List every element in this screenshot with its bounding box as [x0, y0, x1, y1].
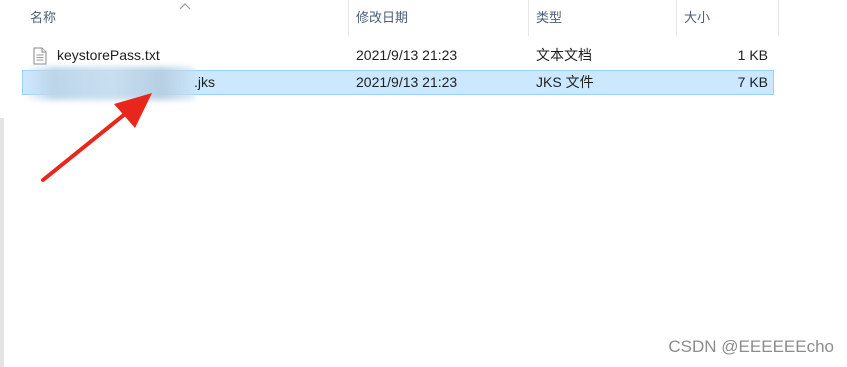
column-divider[interactable] [778, 0, 779, 36]
file-size: 1 KB [737, 47, 768, 63]
text-document-icon [33, 47, 47, 65]
watermark-text: CSDN @EEEEEEcho [668, 337, 834, 356]
column-header-type[interactable]: 类型 [528, 0, 676, 36]
file-row-selected[interactable]: .jks 2021/9/13 21:23 JKS 文件 7 KB [22, 67, 774, 100]
file-type: JKS 文件 [536, 74, 594, 90]
file-row[interactable]: keystorePass.txt 2021/9/13 21:23 文本文档 1 … [22, 44, 774, 69]
file-modified: 2021/9/13 21:23 [356, 47, 458, 63]
column-header-bar: 名称 修改日期 类型 大小 [0, 0, 780, 36]
column-header-size[interactable]: 大小 [676, 0, 778, 36]
column-header-modified-label: 修改日期 [356, 10, 409, 25]
column-header-size-label: 大小 [684, 10, 711, 25]
sort-ascending-icon [179, 3, 191, 10]
file-size: 7 KB [737, 74, 768, 90]
pane-left-edge [0, 118, 4, 367]
file-name: .jks [194, 74, 215, 90]
column-header-name-label: 名称 [30, 10, 57, 25]
column-header-type-label: 类型 [536, 10, 563, 25]
column-header-modified[interactable]: 修改日期 [348, 0, 528, 36]
file-modified: 2021/9/13 21:23 [356, 74, 458, 90]
file-name: keystorePass.txt [57, 47, 160, 63]
blurred-filename [27, 67, 195, 100]
file-type: 文本文档 [536, 47, 592, 63]
